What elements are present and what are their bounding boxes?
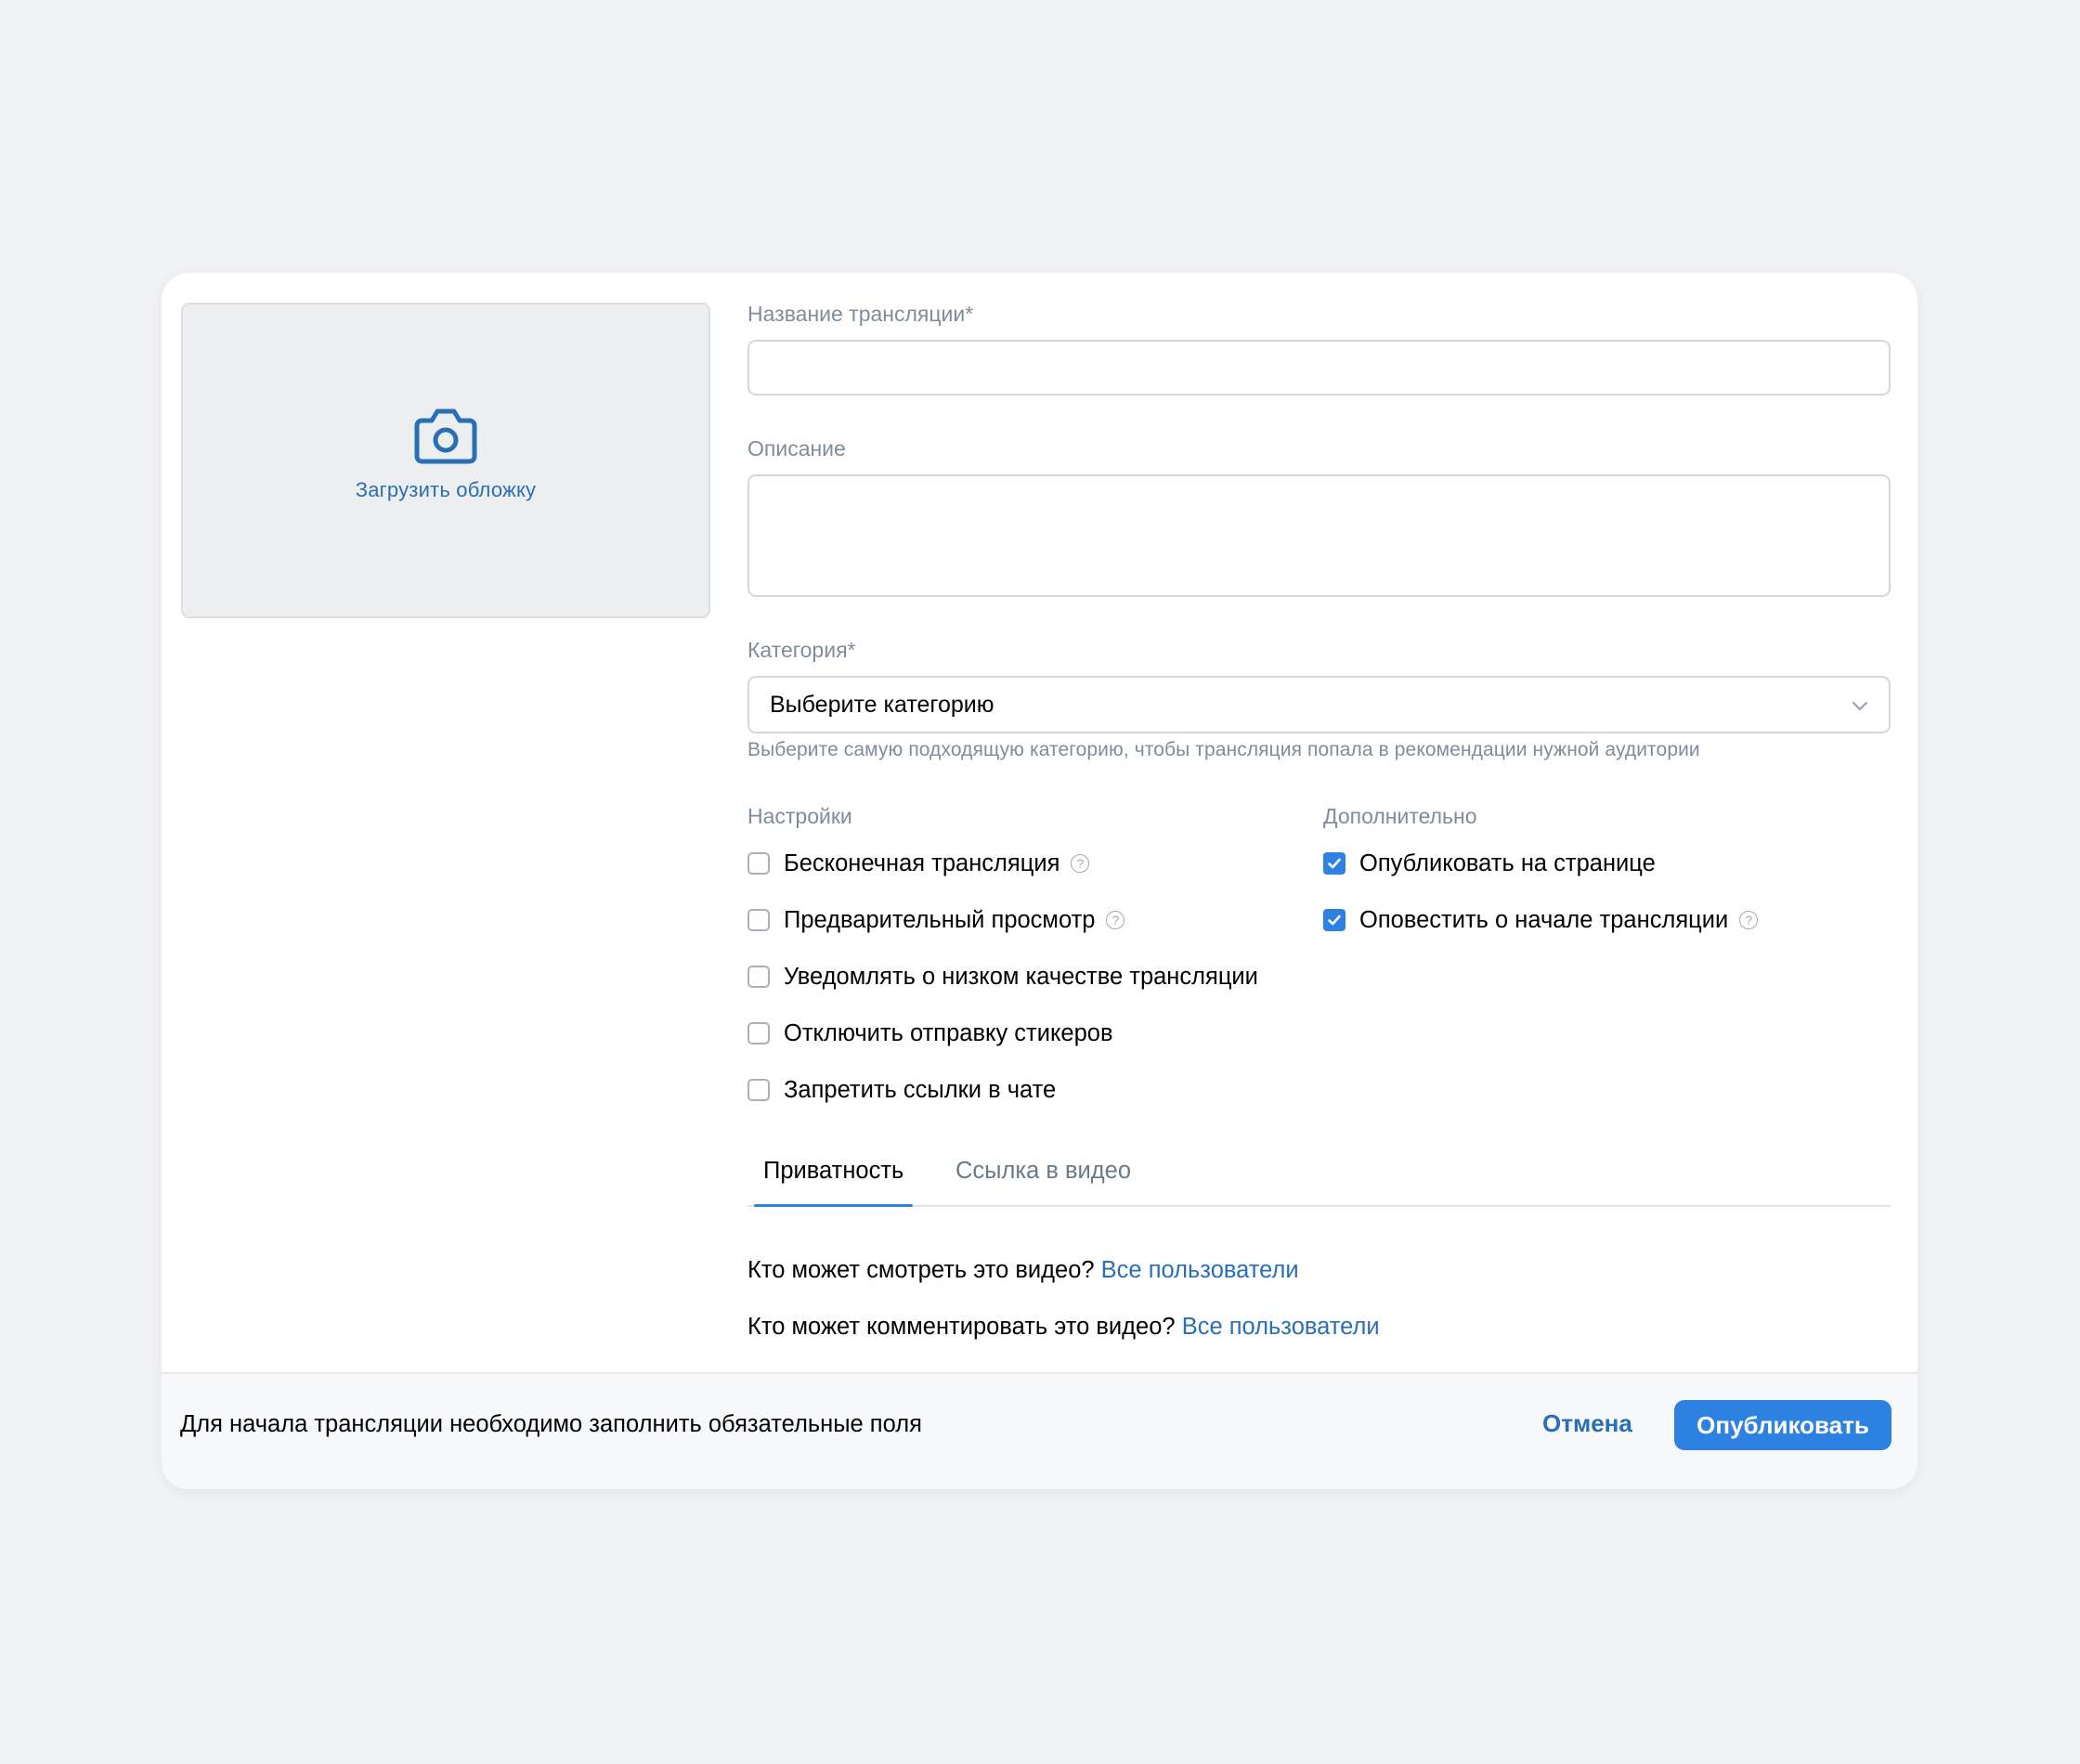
help-icon[interactable]: ?: [1739, 911, 1759, 929]
setting-low-quality-notify[interactable]: Уведомлять о низком качестве трансляции: [748, 958, 1258, 995]
checkbox-checked[interactable]: [1323, 909, 1346, 931]
setting-disable-stickers[interactable]: Отключить отправку стикеров: [748, 1015, 1113, 1052]
create-stream-dialog: Загрузить обложку Название трансляции* О…: [162, 273, 1918, 1489]
tab-privacy[interactable]: Приватность: [753, 1136, 914, 1207]
settings-title: Настройки: [748, 804, 852, 828]
setting-endless-stream[interactable]: Бесконечная трансляция ?: [748, 845, 1090, 882]
publish-button[interactable]: Опубликовать: [1674, 1400, 1892, 1450]
cancel-button[interactable]: Отмена: [1542, 1409, 1632, 1438]
checkbox-checked[interactable]: [1323, 852, 1346, 875]
setting-preview[interactable]: Предварительный просмотр ?: [748, 901, 1125, 939]
category-hint: Выберите самую подходящую категорию, что…: [748, 739, 1700, 760]
privacy-comment-link[interactable]: Все пользователи: [1182, 1314, 1380, 1340]
setting-label: Запретить ссылки в чате: [784, 1076, 1057, 1103]
privacy-comment-row: Кто может комментировать это видео? Все …: [748, 1314, 1380, 1341]
setting-label: Предварительный просмотр: [784, 906, 1096, 933]
privacy-view-row: Кто может смотреть это видео? Все пользо…: [748, 1257, 1299, 1284]
checkmark-icon: [1328, 914, 1341, 926]
checkbox[interactable]: [748, 852, 770, 875]
additional-title: Дополнительно: [1323, 804, 1477, 828]
tab-bar: Приватность Ссылка в видео: [748, 1136, 1891, 1207]
description-label: Описание: [748, 436, 846, 460]
category-select[interactable]: Выберите категорию: [748, 676, 1891, 733]
privacy-view-link[interactable]: Все пользователи: [1101, 1257, 1299, 1283]
checkbox[interactable]: [748, 1079, 770, 1101]
dialog-footer: Для начала трансляции необходимо заполни…: [162, 1372, 1918, 1489]
checkbox[interactable]: [748, 1022, 770, 1044]
setting-forbid-links[interactable]: Запретить ссылки в чате: [748, 1071, 1056, 1109]
help-icon[interactable]: ?: [1106, 911, 1125, 929]
help-icon[interactable]: ?: [1071, 854, 1090, 873]
description-textarea[interactable]: [748, 474, 1891, 597]
category-label: Категория*: [748, 638, 856, 662]
setting-label: Отключить отправку стикеров: [784, 1019, 1113, 1046]
setting-label: Уведомлять о низком качестве трансляции: [784, 963, 1258, 990]
camera-icon: [414, 409, 477, 464]
category-selected-value: Выберите категорию: [770, 691, 994, 718]
privacy-view-question: Кто может смотреть это видео?: [748, 1257, 1095, 1283]
additional-label: Опубликовать на странице: [1359, 850, 1656, 876]
upload-cover-area[interactable]: Загрузить обложку: [181, 303, 710, 618]
additional-label: Оповестить о начале трансляции: [1359, 906, 1729, 933]
checkbox[interactable]: [748, 966, 770, 988]
additional-notify-start[interactable]: Оповестить о начале трансляции ?: [1323, 901, 1759, 939]
checkmark-icon: [1328, 858, 1341, 869]
upload-cover-label: Загрузить обложку: [355, 478, 537, 501]
checkbox[interactable]: [748, 909, 770, 931]
chevron-down-icon: [1852, 701, 1868, 711]
required-fields-message: Для начала трансляции необходимо заполни…: [180, 1411, 922, 1437]
title-label: Название трансляции*: [748, 302, 974, 326]
privacy-comment-question: Кто может комментировать это видео?: [748, 1314, 1176, 1340]
additional-publish-on-page[interactable]: Опубликовать на странице: [1323, 845, 1656, 882]
title-input[interactable]: [748, 340, 1891, 396]
setting-label: Бесконечная трансляция: [784, 850, 1060, 876]
tab-video-link[interactable]: Ссылка в видео: [956, 1136, 1131, 1205]
